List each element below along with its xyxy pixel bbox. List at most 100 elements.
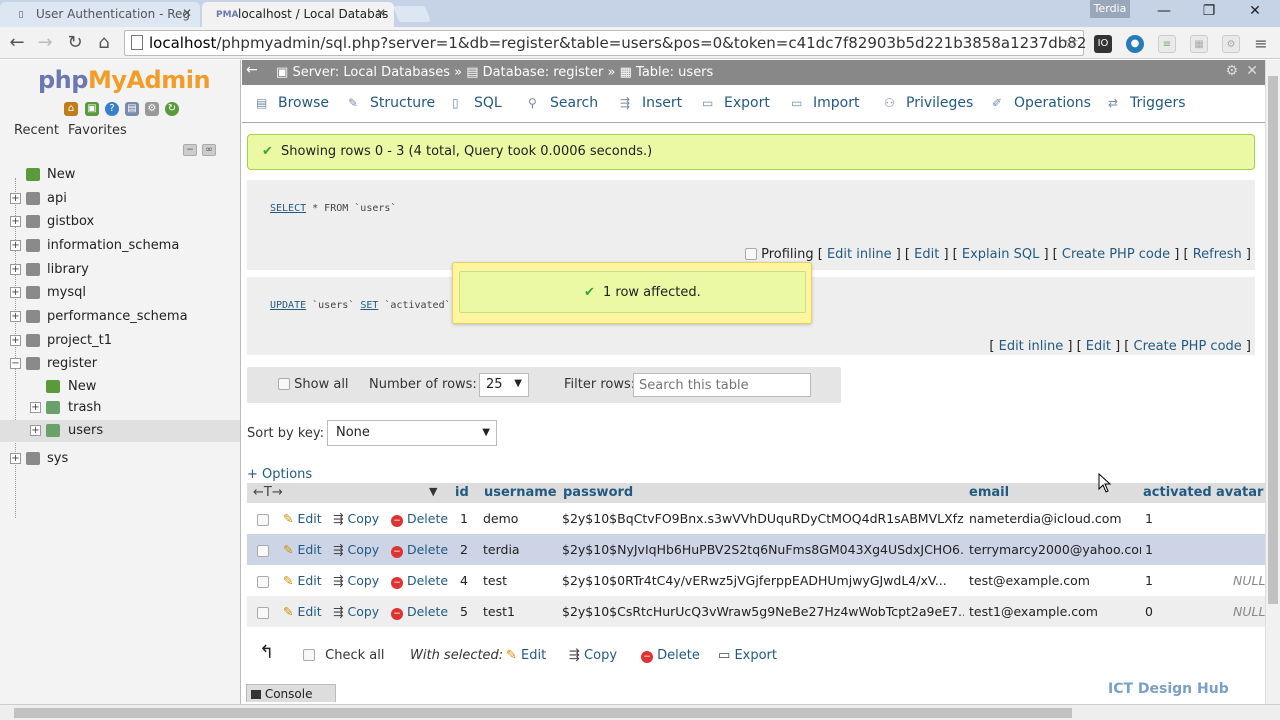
- collapse-nav-icon[interactable]: ←: [246, 62, 258, 78]
- query-window-icon[interactable]: ?: [105, 102, 119, 116]
- tab-privileges[interactable]: ⚇ Privileges: [884, 95, 973, 111]
- tree-item-New-sub[interactable]: New: [0, 376, 240, 398]
- cell-email[interactable]: test1@example.com: [969, 604, 1141, 619]
- show-all-checkbox[interactable]: [278, 378, 290, 390]
- cell-id[interactable]: 4: [460, 573, 468, 588]
- bulk-edit-button[interactable]: ✎ Edit: [506, 648, 546, 663]
- cell-activated[interactable]: 1: [1145, 573, 1153, 588]
- docs-icon[interactable]: ▤: [125, 102, 139, 116]
- cell-id[interactable]: 2: [460, 542, 468, 557]
- close-icon[interactable]: ✕: [1246, 63, 1258, 79]
- row-delete-button[interactable]: − Delete: [391, 604, 448, 620]
- expand-icon[interactable]: +: [10, 216, 21, 227]
- tree-item-library[interactable]: + library: [0, 259, 240, 281]
- recent-tab[interactable]: Recent: [14, 123, 59, 138]
- tab-structure[interactable]: ✎ Structure: [348, 95, 435, 111]
- row-delete-button[interactable]: − Delete: [391, 542, 448, 558]
- cell-avatar[interactable]: NULL: [1233, 604, 1265, 619]
- edit-inline-link[interactable]: Edit inline: [999, 339, 1064, 354]
- cell-email[interactable]: nameterdia@icloud.com: [969, 511, 1141, 526]
- cell-password[interactable]: $2y$10$CsRtcHurUcQ3vWraw5g9NeBe27Hz4wWob…: [562, 604, 964, 619]
- tab-triggers[interactable]: ⇄ Triggers: [1108, 95, 1186, 111]
- close-window-icon[interactable]: ✕: [1245, 3, 1265, 19]
- cell-password[interactable]: $2y$10$0RTr4tC4y/vERwz5jVGjferppEADHUmjw…: [562, 573, 964, 588]
- new-tab-button[interactable]: [393, 6, 431, 22]
- expand-icon[interactable]: +: [10, 264, 21, 275]
- column-header-password[interactable]: password: [563, 485, 633, 500]
- cell-id[interactable]: 1: [460, 511, 468, 526]
- row-edit-button[interactable]: ✎ Edit: [283, 604, 322, 619]
- create-php-code-link[interactable]: Create PHP code: [1134, 339, 1242, 354]
- expand-icon[interactable]: +: [10, 240, 21, 251]
- browser-tab-phpmyadmin[interactable]: PMA localhost / Local Databas ✕: [202, 2, 394, 27]
- cell-username[interactable]: demo: [483, 511, 557, 526]
- column-header-id[interactable]: id: [455, 485, 469, 500]
- back-icon[interactable]: ←: [6, 32, 28, 54]
- settings-gear-icon[interactable]: ⚙: [1225, 63, 1238, 79]
- tree-item-project-t1[interactable]: + project_t1: [0, 330, 240, 352]
- tab-browse[interactable]: ▤ Browse: [256, 95, 329, 111]
- cell-username[interactable]: test1: [483, 604, 557, 619]
- options-link[interactable]: + Options: [247, 467, 312, 482]
- cell-activated[interactable]: 0: [1145, 604, 1153, 619]
- forward-icon[interactable]: →: [34, 32, 56, 54]
- extension-notes-icon[interactable]: ≡: [1158, 35, 1176, 53]
- close-tab-icon[interactable]: ✕: [376, 6, 386, 20]
- extension-grid-icon[interactable]: ▦: [1190, 35, 1208, 53]
- column-header-email[interactable]: email: [969, 485, 1009, 500]
- expand-icon[interactable]: +: [30, 425, 41, 436]
- edit-link[interactable]: Edit: [914, 247, 939, 262]
- check-all-checkbox[interactable]: [303, 649, 315, 661]
- address-bar[interactable]: localhost/phpmyadmin/sql.php?server=1&db…: [124, 30, 1086, 56]
- row-edit-button[interactable]: ✎ Edit: [283, 542, 322, 557]
- cell-email[interactable]: test@example.com: [969, 573, 1141, 588]
- column-header-username[interactable]: username: [484, 485, 557, 500]
- bookmark-star-icon[interactable]: ☆: [1063, 32, 1079, 53]
- cell-avatar[interactable]: NULL: [1233, 573, 1265, 588]
- link-with-main-icon[interactable]: ∞: [202, 144, 216, 156]
- logout-icon[interactable]: ▣: [85, 102, 99, 116]
- expand-icon[interactable]: +: [30, 402, 41, 413]
- minimize-icon[interactable]: —: [1154, 3, 1174, 19]
- row-copy-button[interactable]: ⇶ Copy: [333, 573, 379, 588]
- row-checkbox[interactable]: [257, 545, 269, 557]
- tree-item-mysql[interactable]: + mysql: [0, 282, 240, 304]
- edit-inline-link[interactable]: Edit inline: [827, 247, 892, 262]
- breadcrumb-table[interactable]: Table: users: [636, 65, 713, 80]
- cell-email[interactable]: terrymarcy2000@yahoo.com: [969, 542, 1141, 557]
- row-checkbox[interactable]: [257, 607, 269, 619]
- tab-search[interactable]: ⚲ Search: [528, 95, 598, 111]
- bulk-delete-button[interactable]: − Delete: [641, 648, 700, 663]
- row-checkbox[interactable]: [257, 576, 269, 588]
- column-header-activated[interactable]: activated: [1143, 485, 1212, 500]
- sort-down-icon[interactable]: ▼: [429, 485, 437, 498]
- close-tab-icon[interactable]: ✕: [182, 6, 192, 20]
- tree-item-trash-sub[interactable]: + trash: [0, 397, 240, 419]
- horizontal-scrollbar[interactable]: [0, 704, 1280, 720]
- table-row[interactable]: ✎ Edit ⇶ Copy − Delete 1 demo $2y$10$BqCtvFO9…: [247, 503, 1265, 534]
- extension-circle-icon[interactable]: ●: [1126, 35, 1144, 53]
- home-icon[interactable]: ⌂: [64, 102, 78, 116]
- row-delete-button[interactable]: − Delete: [391, 573, 448, 589]
- extension-gear-icon[interactable]: ⚙: [1222, 35, 1240, 53]
- cell-activated[interactable]: 1: [1145, 511, 1153, 526]
- cell-username[interactable]: terdia: [483, 542, 557, 557]
- cell-activated[interactable]: 1: [1145, 542, 1153, 557]
- bulk-export-button[interactable]: ▭ Export: [718, 648, 777, 663]
- browser-user-chip[interactable]: Terdia: [1090, 0, 1130, 18]
- row-copy-button[interactable]: ⇶ Copy: [333, 604, 379, 619]
- row-copy-button[interactable]: ⇶ Copy: [333, 511, 379, 526]
- cell-password[interactable]: $2y$10$BqCtvFO9Bnx.s3wVVhDUquRDyCtMOQ4dR…: [562, 511, 964, 526]
- tab-operations[interactable]: ✐ Operations: [992, 95, 1091, 111]
- table-row[interactable]: ✎ Edit ⇶ Copy − Delete 5 test1 $2y$10$CsRtcHu…: [247, 596, 1265, 627]
- cell-id[interactable]: 5: [460, 604, 468, 619]
- row-delete-button[interactable]: − Delete: [391, 511, 448, 527]
- tree-item-performance-schema[interactable]: + performance_schema: [0, 306, 240, 328]
- vertical-scrollbar[interactable]: [1265, 60, 1280, 704]
- edit-link[interactable]: Edit: [1086, 339, 1111, 354]
- expand-icon[interactable]: +: [10, 335, 21, 346]
- row-edit-button[interactable]: ✎ Edit: [283, 573, 322, 588]
- number-of-rows-select[interactable]: 25 ▼: [479, 373, 529, 397]
- refresh-link[interactable]: Refresh: [1193, 247, 1242, 262]
- favorites-tab[interactable]: Favorites: [68, 123, 127, 138]
